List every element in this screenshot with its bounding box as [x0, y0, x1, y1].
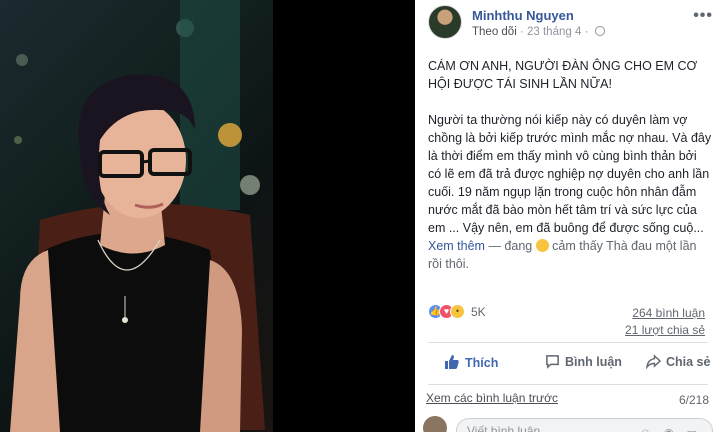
share-count[interactable]: 21 lượt chia sẻ: [625, 323, 705, 337]
post-header: Minhthu Nguyen Theo dõi · 23 tháng 4 · •…: [428, 5, 713, 41]
comment-input[interactable]: Viết bình luận... ☺ ◉ ▭: [456, 418, 713, 432]
see-more-link[interactable]: Xem thêm: [428, 239, 485, 253]
like-label: Thích: [465, 356, 499, 370]
comment-tools: ☺ ◉ ▭: [640, 426, 702, 432]
comment-label: Bình luận: [565, 355, 622, 369]
author-avatar[interactable]: [428, 5, 462, 39]
meta-separator: ·: [519, 26, 527, 38]
globe-icon: [594, 26, 605, 36]
post-photo[interactable]: [0, 0, 273, 432]
more-options-icon[interactable]: •••: [693, 7, 713, 25]
post-meta: Theo dõi · 23 tháng 4 ·: [472, 26, 605, 38]
share-button[interactable]: Chia sẻ: [646, 354, 710, 369]
post-body-text: Người ta thường nói kiếp này có duyên là…: [428, 113, 712, 235]
like-button[interactable]: Thích: [444, 354, 498, 370]
share-icon: [646, 354, 661, 369]
smile-emoji-icon: [535, 239, 549, 252]
sad-reaction-icon: •: [450, 304, 465, 319]
follow-link[interactable]: Theo dõi: [472, 26, 517, 38]
post-body: Người ta thường nói kiếp này có duyên là…: [428, 111, 713, 273]
comment-button[interactable]: Bình luận: [545, 354, 622, 369]
reaction-count[interactable]: 5K: [471, 305, 486, 319]
post-actions: Thích Bình luận Chia sẻ: [428, 350, 710, 378]
comment-placeholder: Viết bình luận...: [467, 424, 551, 432]
divider: [428, 342, 708, 343]
comment-count[interactable]: 264 bình luận: [632, 306, 705, 320]
view-previous-comments-link[interactable]: Xem các bình luận trước: [426, 391, 558, 405]
viewer-avatar: [423, 416, 447, 432]
comment-icon: [546, 355, 559, 369]
feeling-prefix: — đang: [484, 239, 536, 253]
comment-composer: Viết bình luận... ☺ ◉ ▭: [423, 414, 713, 432]
meta-separator: ·: [584, 26, 592, 38]
author-name[interactable]: Minhthu Nguyen: [472, 8, 574, 23]
post-date[interactable]: 23 tháng 4: [527, 26, 581, 38]
post-headline: CÁM ƠN ANH, NGƯỜI ĐÀN ÔNG CHO EM CƠ HỘI …: [428, 59, 698, 91]
post-text: CÁM ƠN ANH, NGƯỜI ĐÀN ÔNG CHO EM CƠ HỘI …: [428, 57, 713, 273]
thumbs-up-icon: [445, 355, 459, 369]
comment-pager: 6/218: [678, 393, 709, 407]
post-panel: Minhthu Nguyen Theo dõi · 23 tháng 4 · •…: [415, 0, 720, 432]
photo-viewer[interactable]: [0, 0, 415, 432]
share-label: Chia sẻ: [666, 355, 711, 369]
divider: [428, 384, 708, 385]
